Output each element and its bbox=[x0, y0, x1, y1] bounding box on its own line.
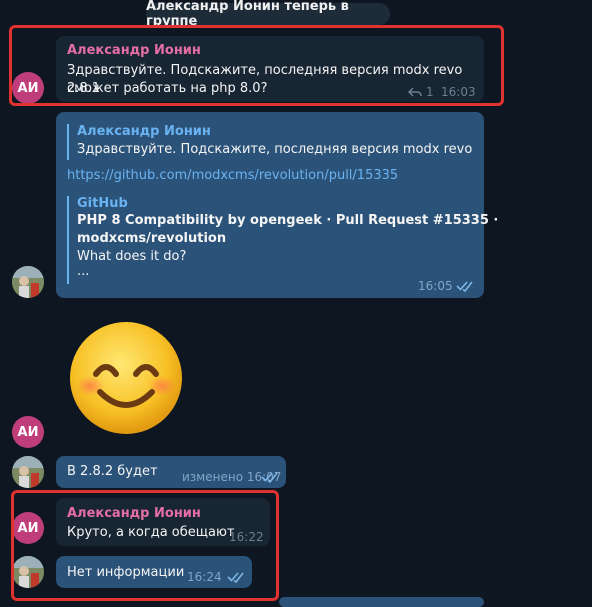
reply-sender: Александр Ионин bbox=[77, 124, 211, 139]
preview-more: ... bbox=[77, 264, 90, 279]
reply-text: Здравствуйте. Подскажите, последняя верс… bbox=[77, 142, 477, 157]
avatar-initials: АИ bbox=[17, 424, 39, 440]
avatar[interactable] bbox=[12, 266, 44, 298]
message-time: 16:05 bbox=[418, 279, 453, 293]
message-text: В 2.8.2 будет bbox=[67, 464, 158, 479]
service-message: Александр Ионин теперь в группе bbox=[146, 0, 390, 29]
preview-title: modxcms/revolution bbox=[77, 231, 227, 246]
avatar[interactable] bbox=[12, 456, 44, 488]
preview-description: What does it do? bbox=[77, 249, 187, 264]
highlight-frame bbox=[11, 490, 279, 601]
reply-quote[interactable]: Александр Ионин Здравствуйте. Подскажите… bbox=[67, 124, 477, 160]
user-photo-icon bbox=[12, 266, 44, 298]
double-check-icon bbox=[261, 472, 278, 483]
message-bubble[interactable]: В 2.8.2 будет изменено 16:07 bbox=[56, 456, 286, 488]
double-check-icon bbox=[456, 281, 473, 292]
message-bubble[interactable]: Александр Ионин Здравствуйте. Подскажите… bbox=[56, 112, 499, 298]
message-bubble-partial[interactable] bbox=[279, 597, 484, 607]
highlight-frame bbox=[9, 25, 504, 106]
preview-site-name: GitHub bbox=[77, 196, 128, 211]
smiling-face-emoji-icon bbox=[70, 322, 182, 434]
preview-title: PHP 8 Compatibility by opengeek · Pull R… bbox=[77, 213, 499, 228]
user-photo-icon bbox=[12, 456, 44, 488]
sticker[interactable] bbox=[68, 320, 184, 436]
message-link[interactable]: https://github.com/modxcms/revolution/pu… bbox=[67, 168, 398, 183]
avatar[interactable]: АИ bbox=[12, 416, 44, 448]
link-preview[interactable]: GitHub PHP 8 Compatibility by opengeek ·… bbox=[67, 196, 499, 284]
